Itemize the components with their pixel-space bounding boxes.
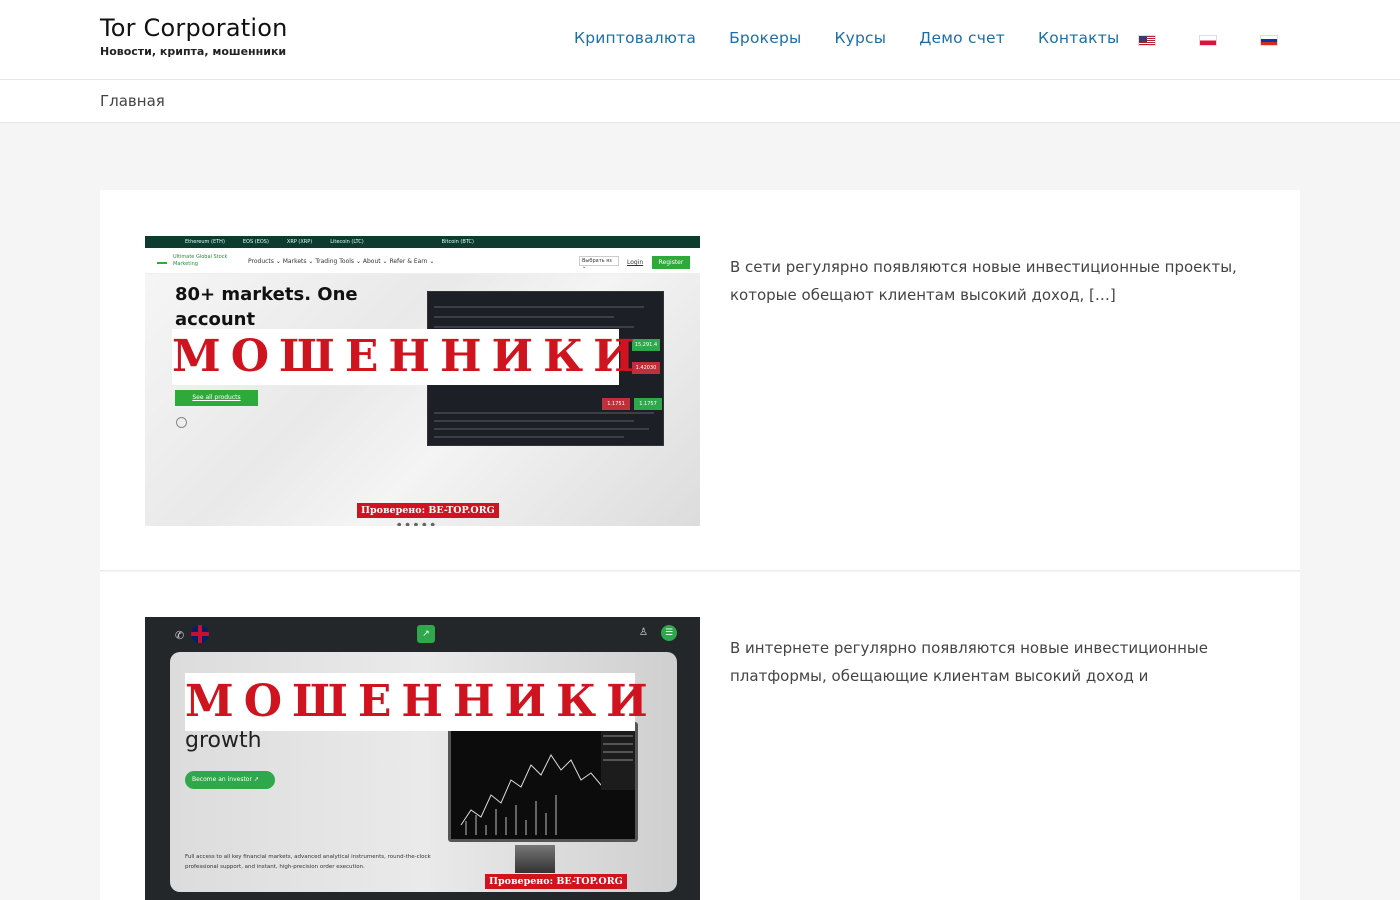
ticker-item: XRP (XRP)	[286, 239, 313, 245]
pl-flag-icon[interactable]	[1199, 35, 1217, 46]
ticker-item: Ethereum (ETH)	[185, 239, 225, 245]
ticker-item: EOS (EOS)	[242, 239, 269, 245]
us-flag-icon[interactable]	[1138, 35, 1156, 46]
scammers-stamp: МОШЕННИКИ	[172, 329, 635, 385]
post-thumbnail[interactable]: ✆ ↗ ♙ ☰ growth Become an investor ↗ Full…	[145, 617, 700, 900]
uk-flag-icon	[191, 625, 209, 643]
cta-label: Become an investor	[192, 776, 252, 783]
screenshot-cta: See all products	[175, 390, 258, 406]
verified-badge: Проверено: BE-TOP.ORG	[485, 874, 627, 889]
site-title[interactable]: Tor Corporation	[100, 14, 288, 42]
screenshot-fine-print: Full access to all key financial markets…	[185, 854, 431, 870]
post-excerpt: В сети регулярно появляются новые инвест…	[730, 258, 1237, 304]
site-header: Tor Corporation Новости, крипта, мошенни…	[0, 0, 1400, 80]
menu-icon: ☰	[661, 625, 677, 641]
post-card: Ethereum (ETH) EOS (EOS) XRP (XRP) Litec…	[100, 190, 1300, 571]
logo-icon: ↗	[417, 625, 435, 643]
breadcrumb-home[interactable]: Главная	[100, 92, 165, 110]
arrow-icon: ↗	[253, 776, 259, 783]
site-tagline: Новости, крипта, мошенники	[100, 45, 287, 58]
screenshot-language-select: Выбрать яз ⌄	[579, 256, 619, 270]
crypto-ticker: Ethereum (ETH) EOS (EOS) XRP (XRP) Litec…	[145, 236, 700, 248]
nav-item-crypto[interactable]: Криптовалюта	[574, 29, 696, 47]
screenshot-logo-text: Ultimate Global Stock Marketing	[173, 254, 228, 267]
screenshot-headline: 80+ markets. One account	[175, 284, 358, 330]
phone-icon: ✆	[175, 629, 185, 642]
price-tag: 1.1757	[634, 398, 662, 410]
scammers-stamp: МОШЕННИКИ	[185, 673, 648, 731]
post-excerpt: В интернете регулярно появляются новые и…	[730, 639, 1208, 685]
screenshot-login: Login	[627, 259, 644, 266]
post-card: ✆ ↗ ♙ ☰ growth Become an investor ↗ Full…	[100, 572, 1300, 900]
verified-badge: Проверено: BE-TOP.ORG	[357, 503, 499, 518]
ticker-item: Litecoin (LTC)	[330, 239, 364, 245]
nav-item-courses[interactable]: Курсы	[834, 29, 886, 47]
breadcrumb: Главная	[0, 80, 1400, 123]
screenshot-register: Register	[652, 256, 690, 269]
ru-flag-icon[interactable]	[1260, 35, 1278, 46]
screenshot-heading: growth	[185, 728, 262, 753]
monitor-stand	[515, 845, 555, 873]
nav-item-contacts[interactable]: Контакты	[1038, 29, 1119, 47]
screenshot-menu: Products ⌄ Markets ⌄ Trading Tools ⌄ Abo…	[248, 258, 435, 265]
post-thumbnail[interactable]: Ethereum (ETH) EOS (EOS) XRP (XRP) Litec…	[145, 236, 700, 526]
monitor-chart-image	[448, 722, 638, 842]
carousel-dots: ●●●●●	[397, 522, 439, 526]
ticker-item: Bitcoin (BTC)	[441, 239, 474, 245]
nav-item-demo-account[interactable]: Демо счет	[919, 29, 1005, 47]
screenshot-cta: Become an investor ↗	[185, 771, 275, 789]
user-icon: ♙	[639, 627, 648, 638]
circle-icon	[176, 417, 187, 428]
chart-logo-icon	[157, 256, 167, 264]
nav-item-brokers[interactable]: Брокеры	[729, 29, 801, 47]
screenshot-navbar: Ultimate Global Stock Marketing Products…	[145, 248, 700, 274]
price-tag: 1.1751	[602, 398, 630, 410]
main-nav: Криптовалюта Брокеры Курсы Демо счет Кон…	[574, 29, 1152, 47]
